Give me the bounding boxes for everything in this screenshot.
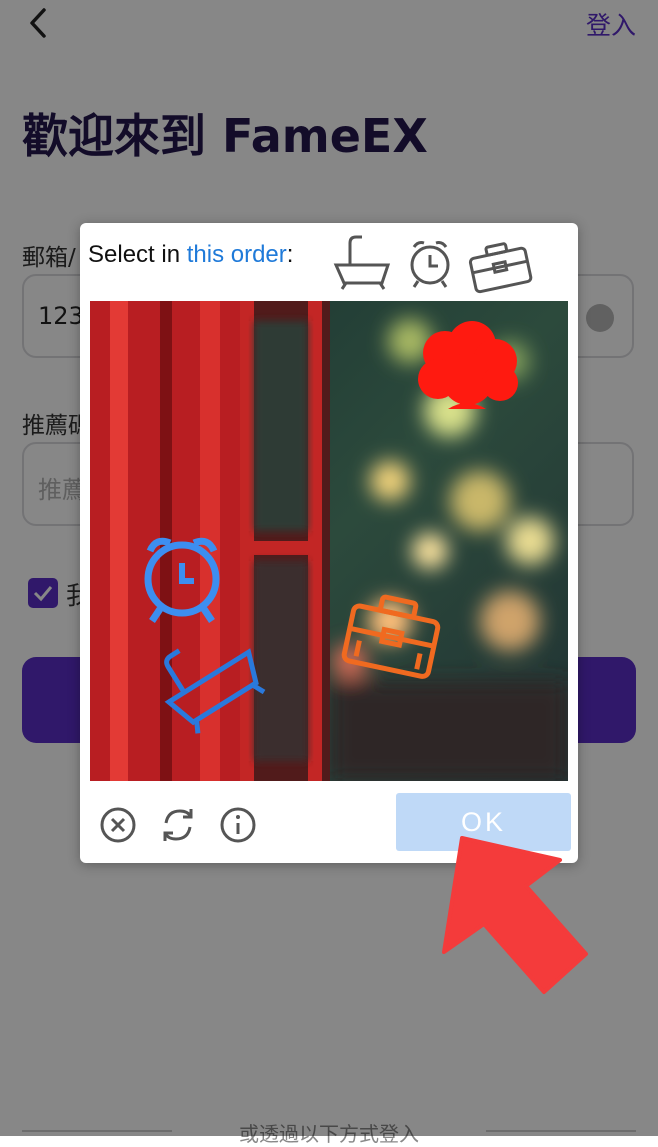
info-icon[interactable] <box>218 805 258 845</box>
bathtub-icon <box>333 235 391 290</box>
captcha-image[interactable] <box>90 301 568 781</box>
annotation-arrow-icon <box>442 836 588 994</box>
refresh-icon[interactable] <box>158 805 198 845</box>
captcha-instruction: Select in this order: <box>88 241 294 268</box>
close-icon[interactable] <box>98 805 138 845</box>
alarm-clock-icon <box>410 241 450 288</box>
captcha-order-icons <box>333 235 533 294</box>
suitcase-icon <box>468 242 533 294</box>
captcha-dialog: Select in this order: OK <box>80 223 578 863</box>
